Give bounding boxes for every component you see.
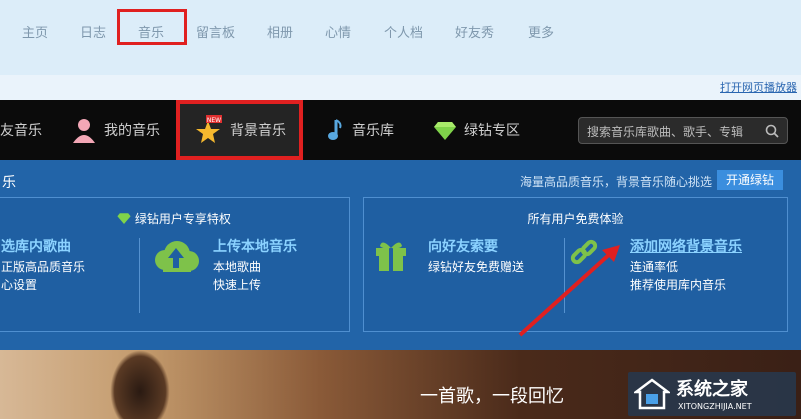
watermark: 系统之家 XITONGZHIJIA.NET xyxy=(628,372,796,416)
search-icon[interactable] xyxy=(765,124,779,138)
vip-panel-header-label: 绿钻用户专享特权 xyxy=(134,212,231,226)
diamond-icon xyxy=(434,122,456,140)
upload-local-music-link[interactable]: 上传本地音乐 xyxy=(213,236,297,256)
free-panel: 所有用户免费体验 向好友索要 绿钻好友免费赠送 添加网络背景音乐 连通率低 推荐… xyxy=(363,197,788,332)
tab-label: 我的音乐 xyxy=(104,123,160,139)
nav-mood[interactable]: 心情 xyxy=(325,22,351,41)
nav-blog[interactable]: 日志 xyxy=(80,22,106,41)
watermark-url: XITONGZHIJIA.NET xyxy=(678,402,752,411)
banner-photo xyxy=(110,350,170,419)
cloud-upload-icon xyxy=(155,241,199,272)
watermark-text: 系统之家 xyxy=(676,379,748,400)
nav-profile[interactable]: 个人档 xyxy=(384,22,423,41)
tab-label: 友音乐 xyxy=(0,123,42,139)
music-highlight-box xyxy=(117,9,187,45)
vip-panel: 绿钻用户专享特权 选库内歌曲 正版高品质音乐 心设置 上传本地音乐 本地歌曲 快… xyxy=(0,197,350,332)
link-chain-icon xyxy=(570,239,598,265)
feature-line: 推荐使用库内音乐 xyxy=(630,278,727,292)
feature-line: 连通率低 xyxy=(630,260,679,274)
tab-friends-music[interactable]: 友音乐 xyxy=(0,100,42,160)
section-title: 乐 xyxy=(2,175,16,191)
vip-panel-header: 绿钻用户专享特权 xyxy=(0,210,349,227)
banner-lyric: 一首歌，一段回忆 xyxy=(420,386,564,407)
select-library-songs-link[interactable]: 选库内歌曲 xyxy=(1,236,71,256)
divider xyxy=(564,238,565,313)
background-music-highlight-box xyxy=(176,100,303,160)
free-panel-header: 所有用户免费体验 xyxy=(527,212,624,226)
feature-line: 心设置 xyxy=(1,278,38,292)
gift-icon xyxy=(376,242,406,271)
music-note-icon xyxy=(328,119,342,140)
nav-friends-show[interactable]: 好友秀 xyxy=(455,22,494,41)
sub-bar: 打开网页播放器 xyxy=(0,75,801,100)
divider xyxy=(139,238,140,313)
top-navigation: 主页 日志 音乐 留言板 相册 心情 个人档 好友秀 更多 xyxy=(0,0,801,75)
feature-line: 本地歌曲 xyxy=(213,260,262,274)
nav-album[interactable]: 相册 xyxy=(267,22,293,41)
nav-home[interactable]: 主页 xyxy=(22,22,48,41)
tab-my-music[interactable]: 我的音乐 xyxy=(72,100,160,160)
open-web-player-link[interactable]: 打开网页播放器 xyxy=(720,79,797,95)
feature-line: 快速上传 xyxy=(213,278,262,292)
tab-green-diamond[interactable]: 绿钻专区 xyxy=(434,100,520,160)
search-input[interactable]: 搜索音乐库歌曲、歌手、专辑 xyxy=(578,117,788,144)
open-green-diamond-button[interactable]: 开通绿钻 xyxy=(717,170,783,190)
house-logo-icon xyxy=(634,378,670,410)
tab-label: 音乐库 xyxy=(352,123,394,139)
nav-guestbook[interactable]: 留言板 xyxy=(196,22,235,41)
search-placeholder: 搜索音乐库歌曲、歌手、专辑 xyxy=(587,125,744,139)
feature-line: 绿钻好友免费赠送 xyxy=(428,260,525,274)
promo-text: 海量高品质音乐，背景音乐随心挑选 xyxy=(520,175,713,189)
tab-music-library[interactable]: 音乐库 xyxy=(328,100,394,160)
diamond-icon xyxy=(117,213,131,224)
nav-more[interactable]: 更多 xyxy=(528,22,554,41)
add-network-music-link[interactable]: 添加网络背景音乐 xyxy=(630,236,742,256)
person-icon xyxy=(73,119,95,143)
feature-line: 正版高品质音乐 xyxy=(1,260,86,274)
tab-label: 绿钻专区 xyxy=(464,123,520,139)
music-main-area: 乐 海量高品质音乐，背景音乐随心挑选 开通绿钻 绿钻用户专享特权 选库内歌曲 正… xyxy=(0,160,801,350)
ask-friend-link[interactable]: 向好友索要 xyxy=(428,236,498,256)
